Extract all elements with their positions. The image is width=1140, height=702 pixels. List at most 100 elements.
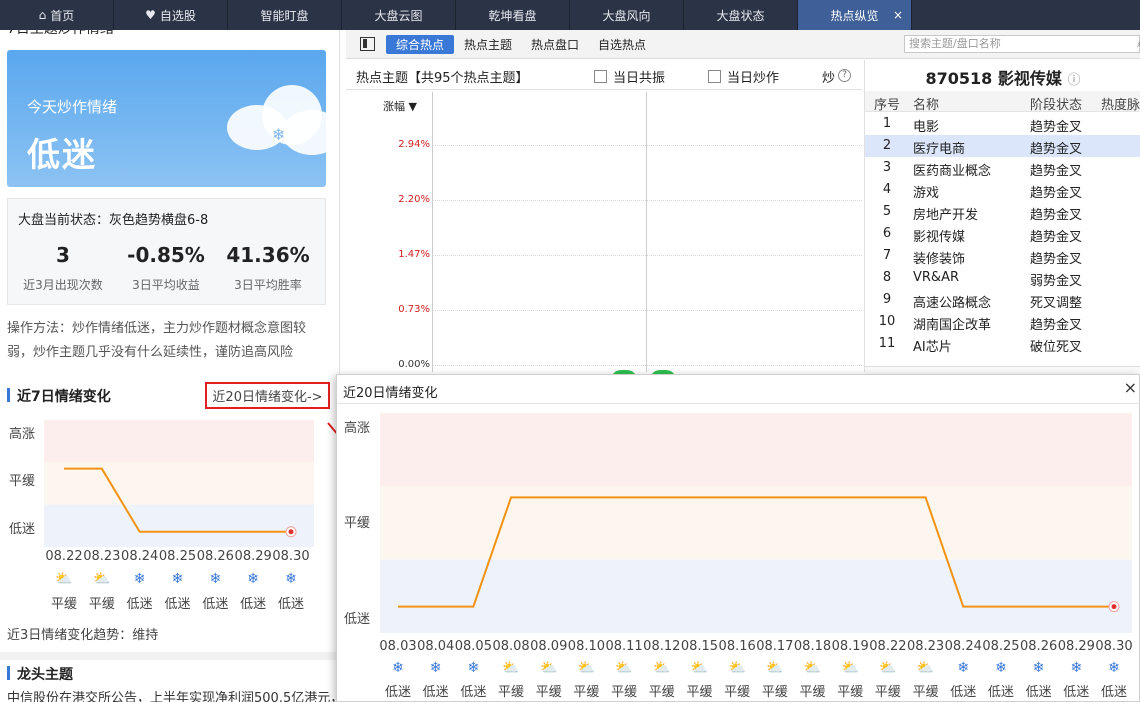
x-date-label: 08.19: [831, 639, 869, 654]
snowflake-icon: ❄: [429, 660, 442, 676]
subtab-comprehensive[interactable]: 综合热点: [386, 35, 455, 54]
tab-label: 乾坤看盘: [488, 8, 537, 23]
table-cell: 5: [882, 204, 892, 219]
mood-level-label: 低迷: [9, 522, 36, 537]
table-cell: 趋势金叉: [1030, 318, 1083, 333]
table-cell: 4: [882, 182, 892, 197]
table-row[interactable]: 1 电影 趋势金叉: [865, 113, 1140, 135]
stock-detail-panel: 870518 影视传媒 ⓘ 序号 名称 阶段状态 热度脉 1 电影 趋势金叉 2 医疗电…: [864, 60, 1140, 376]
table-cell: 趋势金叉: [1030, 208, 1083, 223]
snowflake-icon: ❄: [209, 571, 222, 587]
resonance-checkbox[interactable]: 当日共振: [594, 67, 665, 86]
help-icon[interactable]: ?: [838, 69, 851, 82]
news-line[interactable]: 中信股份在港交所公告，上半年实现净利润500.5亿港元，同: [7, 687, 339, 702]
table-cell: 游戏: [913, 186, 940, 201]
hype-checkbox[interactable]: 当日炒作: [708, 67, 779, 86]
mood-level-label: 平缓: [9, 474, 36, 489]
x-date-label: 08.09: [530, 639, 568, 654]
market-stat-box: 大盘当前状态：灰色趋势横盘6-8 3 -0.85% 41.36% 近3月出现次数…: [7, 198, 326, 305]
table-row[interactable]: 6 影视传媒 趋势金叉: [865, 223, 1140, 245]
table-cell: 破位死叉: [1030, 340, 1083, 355]
table-row[interactable]: 4 游戏 趋势金叉: [865, 179, 1140, 201]
close-tab-icon[interactable]: ×: [893, 8, 903, 22]
partly-cloudy-icon: ⛅: [577, 660, 596, 676]
table-row[interactable]: 3 医药商业概念 趋势金叉: [865, 157, 1140, 179]
subtab-hot-board[interactable]: 热点盘口: [521, 35, 589, 54]
partly-cloudy-icon: ⛅: [803, 660, 822, 676]
table-row[interactable]: 10 湖南国企改革 趋势金叉: [865, 311, 1140, 333]
tab-5[interactable]: 大盘风向: [570, 0, 684, 30]
heart-icon: ♥: [145, 8, 156, 22]
table-cell: 高速公路概念: [913, 296, 992, 311]
x-date-label: 08.29: [234, 549, 272, 564]
market-state-title: 大盘当前状态：灰色趋势横盘6-8: [18, 213, 209, 228]
snowflake-icon: ❄: [1070, 660, 1083, 676]
table-cell: 趋势金叉: [1030, 252, 1083, 267]
mood-zone-2: [380, 559, 1132, 633]
tab-7[interactable]: 热点纵览 ×: [798, 0, 912, 30]
x-date-label: 08.22: [869, 639, 907, 654]
weather-label: 低迷: [460, 685, 487, 700]
hot-topic-title: 热点主题【共95个热点主题】: [356, 71, 529, 86]
snowflake-icon: ❄: [467, 660, 480, 676]
x-date-label: 08.26: [1020, 639, 1058, 654]
stat-label: 近3月出现次数: [23, 278, 103, 292]
tab-2[interactable]: 智能盯盘: [228, 0, 342, 30]
operation-method-text: 操作方法：炒作情绪低迷，主力炒作题材概念意图较弱，炒作主题几乎没有什么延续性，谨…: [7, 321, 307, 360]
table-cell: 影视传媒: [913, 230, 966, 245]
snowflake-icon: ❄: [1108, 660, 1120, 676]
x-date-label: 08.24: [121, 549, 159, 564]
open-20day-link[interactable]: 近20日情绪变化->: [205, 382, 330, 409]
sort-dropdown[interactable]: 涨幅 ▼: [383, 98, 417, 114]
table-row[interactable]: 5 房地产开发 趋势金叉: [865, 201, 1140, 223]
mood-20day-chart: [380, 413, 1132, 633]
partly-cloudy-icon: ⛅: [502, 660, 520, 676]
table-row[interactable]: 11 AI芯片 破位死叉: [865, 333, 1140, 355]
table-cell: 10: [878, 314, 896, 329]
table-row[interactable]: 8 VR&AR 弱势金叉: [865, 267, 1140, 289]
x-date-label: 08.16: [718, 639, 756, 654]
snowflake-icon: ❄: [957, 660, 970, 676]
table-row[interactable]: 7 装修装饰 趋势金叉: [865, 245, 1140, 267]
weather-label: 平缓: [799, 685, 826, 700]
partly-cloudy-icon: ⛅: [653, 660, 671, 676]
cut-label: 炒: [822, 71, 836, 86]
subtab-hot-topics[interactable]: 热点主题: [454, 35, 522, 54]
tab-1[interactable]: ♥ 自选股: [114, 0, 228, 30]
sub-tab-bar: 综合热点 热点主题 热点盘口 自选热点 搜索主题/盘口名称 ⌕: [346, 30, 1140, 59]
panel-toggle-icon[interactable]: [360, 37, 375, 51]
table-row[interactable]: 9 高速公路概念 死叉调整: [865, 289, 1140, 311]
x-date-label: 08.25: [158, 549, 197, 564]
mood-banner-label: 今天炒作情绪: [27, 98, 118, 116]
weather-label: 低迷: [1100, 685, 1127, 700]
partly-cloudy-icon: ⛅: [540, 660, 558, 676]
mood-panel: 7日主题炒作情绪 ❄ 今天炒作情绪 低迷 大盘当前状态：灰色趋势横盘6-8 3 …: [0, 30, 340, 702]
x-date-label: 08.22: [45, 549, 83, 564]
section-7day-title: 近7日情绪变化: [7, 386, 111, 406]
tab-0[interactable]: ⌂ 首页: [0, 0, 114, 30]
tab-4[interactable]: 乾坤看盘: [456, 0, 570, 30]
x-date-label: 08.23: [83, 549, 121, 564]
stat-label: 3日平均收益: [132, 278, 200, 292]
x-date-label: 08.30: [272, 549, 310, 564]
tab-6[interactable]: 大盘状态: [684, 0, 798, 30]
main-tab-bar: ⌂ 首页 ♥ 自选股 智能盯盘 大盘云图 乾坤看盘 大盘风向 大盘状态 热点纵览 ×: [0, 0, 1140, 30]
partly-cloudy-icon: ⛅: [690, 660, 709, 676]
hot-topic-chart: 涨幅 ▼ 2.94% 2.20% 1.47% 0.73% 0.00%: [346, 92, 862, 380]
x-date-label: 08.29: [1057, 639, 1095, 654]
close-icon[interactable]: ×: [1124, 378, 1137, 397]
search-input[interactable]: 搜索主题/盘口名称: [904, 35, 1140, 53]
snowflake-icon: ❄: [995, 660, 1007, 676]
weather-label: 低迷: [202, 597, 229, 612]
mood-level-label: 低迷: [344, 612, 371, 627]
weather-label: 低迷: [1063, 685, 1090, 700]
table-cell: 弱势金叉: [1030, 274, 1083, 289]
tab-3[interactable]: 大盘云图: [342, 0, 456, 30]
tab-label: 大盘状态: [716, 8, 765, 23]
weather-label: 平缓: [837, 685, 864, 700]
weather-label: 低迷: [950, 685, 977, 700]
snowflake-icon: ❄: [171, 571, 184, 587]
table-row[interactable]: 2 医疗电商 趋势金叉: [865, 135, 1140, 157]
subtab-custom-hot[interactable]: 自选热点: [588, 35, 656, 54]
weather-label: 低迷: [277, 597, 304, 612]
